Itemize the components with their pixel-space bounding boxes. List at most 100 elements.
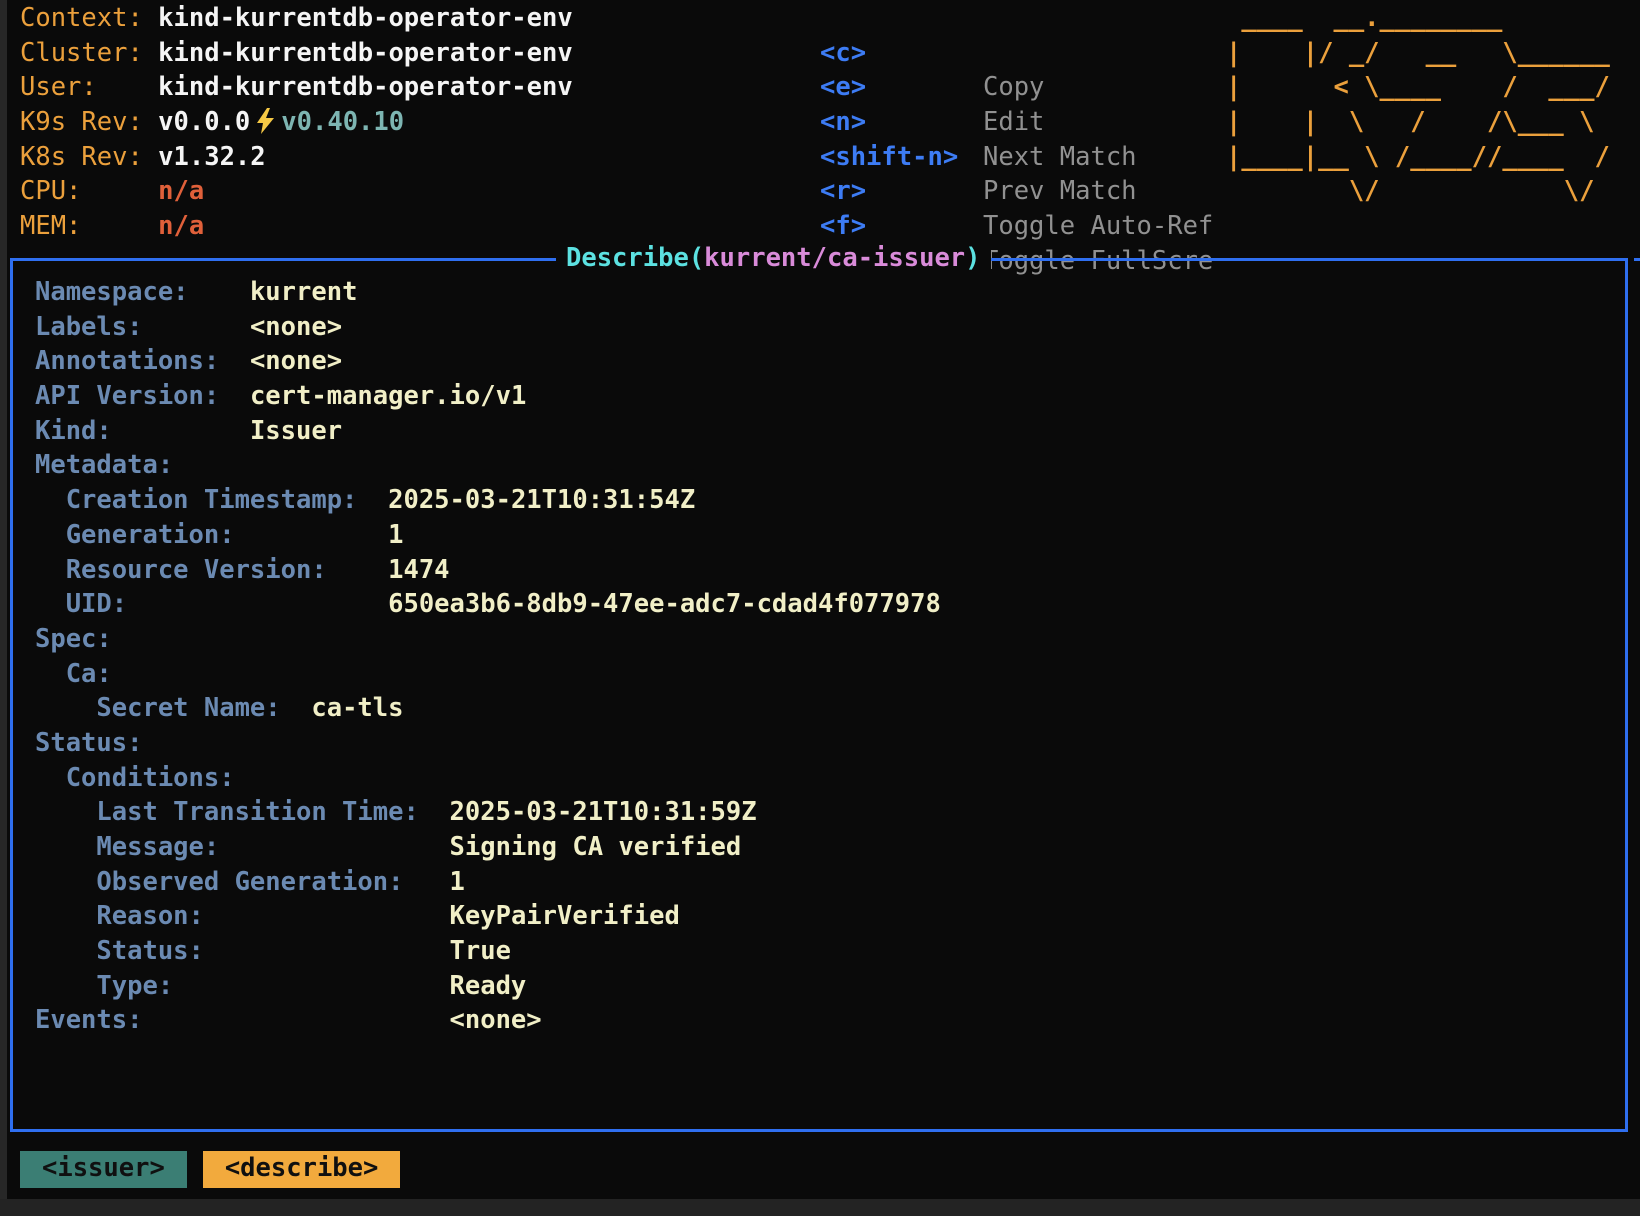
describe-pad (112, 416, 250, 446)
describe-value: kurrent (250, 277, 357, 307)
describe-line: Generation: 1 (35, 518, 1605, 553)
describe-key: Ca: (35, 659, 112, 689)
shortcut-action: Toggle Auto-Ref (983, 209, 1213, 244)
shortcut-action: Copy (983, 70, 1044, 105)
describe-value: 1 (450, 867, 465, 897)
info-value: kind-kurrentdb-operator-env (158, 3, 573, 33)
shortcut-action: Prev Match (983, 174, 1137, 209)
shortcut-row: <r> Toggle Auto-Ref (820, 140, 943, 175)
describe-key: Status: (35, 936, 204, 966)
cluster-info: Context: kind-kurrentdb-operator-env Clu… (20, 1, 573, 244)
describe-content[interactable]: Namespace: kurrent Labels: <none> Annota… (13, 261, 1625, 1129)
describe-pad (204, 936, 450, 966)
info-row-cpu: CPU: n/a (20, 174, 573, 209)
describe-key: Generation: (35, 520, 235, 550)
describe-key: Conditions: (35, 763, 235, 793)
describe-pad (173, 971, 449, 1001)
describe-line: UID: 650ea3b6-8db9-47ee-adc7-cdad4f07797… (35, 587, 1605, 622)
logo-line: | |/ _/ __ \______ (1226, 36, 1610, 71)
describe-value: 2025-03-21T10:31:54Z (388, 485, 695, 515)
describe-key: Labels: (35, 312, 142, 342)
describe-value: 650ea3b6-8db9-47ee-adc7-cdad4f077978 (388, 589, 941, 619)
logo-line: ____ __.________ (1226, 1, 1610, 36)
shortcut-row: <e> Edit (820, 36, 943, 71)
describe-line: Last Transition Time: 2025-03-21T10:31:5… (35, 795, 1605, 830)
describe-value: KeyPairVerified (450, 901, 680, 931)
describe-value: Ready (450, 971, 527, 1001)
k9s-terminal: Context: kind-kurrentdb-operator-env Clu… (0, 0, 1640, 1216)
describe-key: Status: (35, 728, 142, 758)
info-label: CPU: (20, 176, 158, 206)
info-row-user: User: kind-kurrentdb-operator-env (20, 70, 573, 105)
info-value: v1.32.2 (158, 142, 265, 172)
describe-key: UID: (35, 589, 127, 619)
shortcut-row: <c> Copy (820, 1, 943, 36)
breadcrumb-describe[interactable]: <describe> (203, 1151, 401, 1188)
describe-line: Resource Version: 1474 (35, 553, 1605, 588)
describe-key: Kind: (35, 416, 112, 446)
logo-line: | < \____ / ___/ (1226, 70, 1610, 105)
describe-key: Namespace: (35, 277, 189, 307)
describe-key: Resource Version: (35, 555, 327, 585)
describe-value: 1 (388, 520, 403, 550)
info-label: K8s Rev: (20, 142, 158, 172)
info-row-mem: MEM: n/a (20, 209, 573, 244)
info-label: MEM: (20, 211, 158, 241)
shortcut-action: Next Match (983, 140, 1137, 175)
describe-line: Secret Name: ca-tls (35, 691, 1605, 726)
describe-value: 1474 (388, 555, 449, 585)
describe-key: Reason: (35, 901, 204, 931)
describe-pad (327, 555, 388, 585)
describe-key: Type: (35, 971, 173, 1001)
info-value: kind-kurrentdb-operator-env (158, 72, 573, 102)
panel-title: Describe(kurrent/ca-issuer) (556, 241, 991, 275)
describe-pad (219, 381, 250, 411)
breadcrumb: <issuer> <describe> (20, 1151, 400, 1188)
describe-pad (281, 693, 312, 723)
breadcrumb-issuer[interactable]: <issuer> (20, 1151, 187, 1188)
window-edge-bottom (0, 1199, 1640, 1216)
shortcut-hints: <c> Copy <e> Edit <n> Next Match <shift-… (820, 1, 943, 209)
panel-title-suffix: ) (965, 243, 980, 273)
describe-pad (403, 867, 449, 897)
describe-value: 2025-03-21T10:31:59Z (450, 797, 757, 827)
describe-key: Message: (35, 832, 219, 862)
info-value: kind-kurrentdb-operator-env (158, 38, 573, 68)
describe-pad (357, 485, 388, 515)
k9s-logo: ____ __.________ | |/ _/ __ \______ | < … (1226, 1, 1610, 209)
describe-key: Metadata: (35, 450, 173, 480)
shortcut-action: Edit (983, 105, 1044, 140)
describe-line: Ca: (35, 657, 1605, 692)
describe-pad (204, 901, 450, 931)
describe-key: Creation Timestamp: (35, 485, 357, 515)
describe-value: <none> (250, 346, 342, 376)
describe-pad (142, 1005, 449, 1035)
describe-key: Events: (35, 1005, 142, 1035)
describe-pad (142, 312, 249, 342)
describe-pad (189, 277, 250, 307)
panel-title-prefix: Describe( (566, 243, 704, 273)
describe-line: Annotations: <none> (35, 344, 1605, 379)
describe-line: Namespace: kurrent (35, 275, 1605, 310)
describe-key: Secret Name: (35, 693, 281, 723)
upgrade-version: v0.40.10 (281, 107, 404, 137)
describe-line: Observed Generation: 1 (35, 865, 1605, 900)
info-value: n/a (158, 176, 204, 206)
describe-pad (219, 832, 449, 862)
info-label: Cluster: (20, 38, 158, 68)
panel-corner-fragment (1634, 258, 1640, 261)
describe-line: Spec: (35, 622, 1605, 657)
describe-value: Issuer (250, 416, 342, 446)
describe-line: Metadata: (35, 448, 1605, 483)
logo-line: |____|__ \ /____//____ / (1226, 140, 1610, 175)
describe-line: Conditions: (35, 761, 1605, 796)
describe-line: Type: Ready (35, 969, 1605, 1004)
logo-line: | | \ / /\___ \ (1226, 105, 1610, 140)
describe-line: Reason: KeyPairVerified (35, 899, 1605, 934)
describe-line: Status: True (35, 934, 1605, 969)
info-value: n/a (158, 211, 204, 241)
info-label: Context: (20, 3, 158, 33)
describe-pad (219, 346, 250, 376)
describe-key: Annotations: (35, 346, 219, 376)
panel-title-resource: kurrent/ca-issuer (704, 243, 965, 273)
